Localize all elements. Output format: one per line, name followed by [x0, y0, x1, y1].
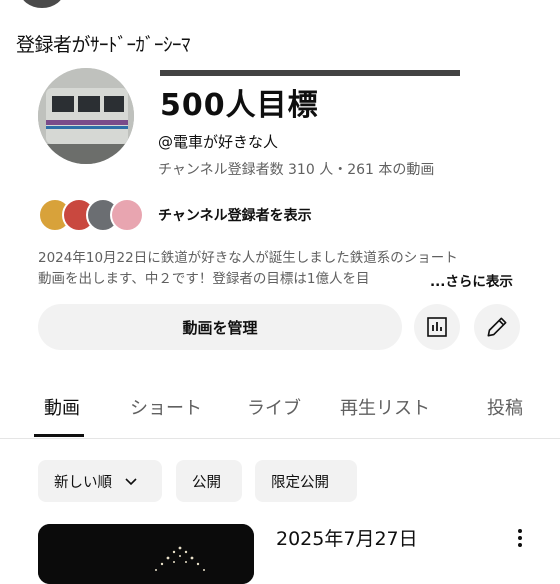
description-line: 2024年10月22日に鉄道が好きな人が誕生しました鉄道系のショート: [38, 250, 458, 266]
sort-label: 新しい順: [54, 474, 112, 491]
channel-avatar[interactable]: [38, 68, 134, 164]
clipped-header-text: • • • •: [78, 0, 168, 6]
clipped-title-remnant: [160, 58, 490, 78]
fireworks-image: [38, 524, 254, 584]
edit-channel-button[interactable]: [474, 304, 520, 350]
chevron-down-icon: [125, 478, 137, 486]
pencil-icon: [487, 317, 507, 337]
video-date: 2025年7月27日: [276, 528, 418, 550]
tab-playlists[interactable]: 再生リスト: [340, 394, 430, 420]
subscriber-avatar: [110, 198, 144, 232]
analytics-icon: [427, 317, 447, 337]
show-more-link[interactable]: ...さらに表示: [428, 270, 513, 290]
subscriber-avatars[interactable]: [38, 198, 148, 232]
filter-public-chip[interactable]: 公開: [176, 460, 242, 502]
more-options-button[interactable]: [512, 526, 528, 550]
tab-videos[interactable]: 動画: [44, 394, 80, 420]
overlay-caption: 登録者がｻｰﾄﾞｰｶﾞｰｼｰﾏ: [16, 34, 191, 56]
filter-limited-label: 限定公開: [271, 474, 329, 491]
filter-limited-chip[interactable]: 限定公開: [255, 460, 357, 502]
analytics-button[interactable]: [414, 304, 460, 350]
profile-avatar[interactable]: [20, 0, 64, 8]
manage-videos-label: 動画を管理: [182, 318, 258, 337]
tab-shorts[interactable]: ショート: [130, 394, 202, 420]
channel-name: 500人目標: [160, 88, 319, 123]
tab-posts[interactable]: 投稿: [487, 394, 523, 420]
manage-videos-button[interactable]: 動画を管理: [38, 304, 402, 350]
channel-handle: @電車が好きな人: [158, 133, 279, 151]
filter-public-label: 公開: [192, 474, 221, 491]
active-tab-indicator: [34, 434, 84, 437]
kebab-menu-icon: [518, 529, 522, 547]
video-thumbnail[interactable]: [38, 524, 254, 584]
train-photo: [38, 68, 134, 164]
sort-dropdown[interactable]: 新しい順: [38, 460, 162, 502]
channel-tabs: 動画 ショート ライブ 再生リスト 投稿: [0, 380, 560, 439]
channel-stats: チャンネル登録者数 310 人・261 本の動画: [158, 162, 435, 178]
tab-live[interactable]: ライブ: [247, 394, 301, 420]
view-subscribers-link[interactable]: チャンネル登録者を表示: [158, 205, 312, 225]
